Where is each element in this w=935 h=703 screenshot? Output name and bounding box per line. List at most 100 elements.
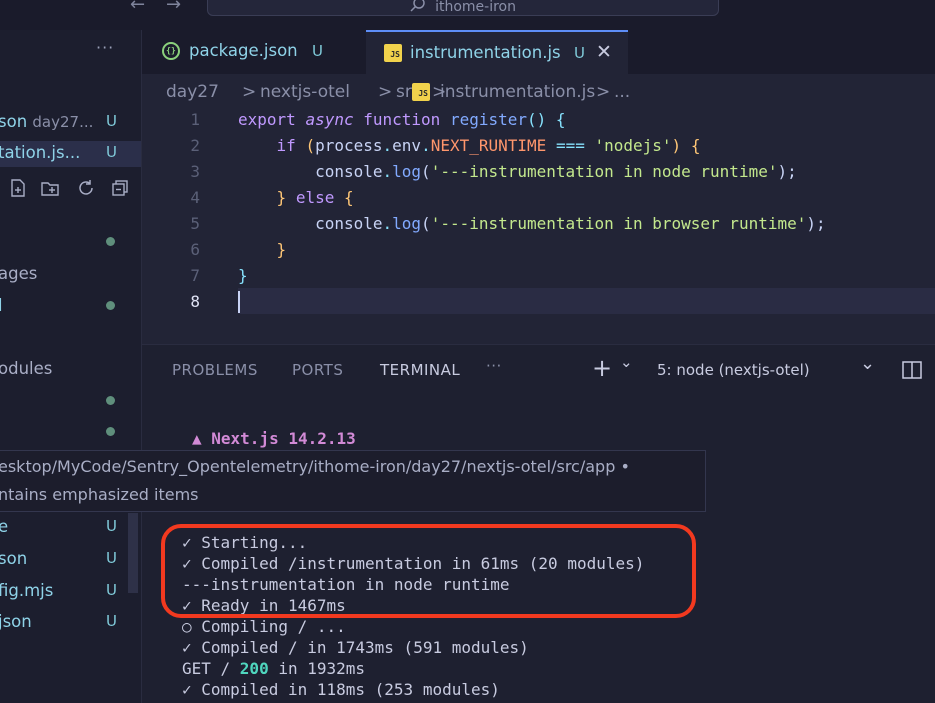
untracked-badge: U bbox=[106, 517, 117, 535]
tree-label[interactable]: odules bbox=[0, 359, 52, 378]
title-bar: ← → ithome-iron bbox=[0, 0, 935, 30]
breadcrumb-item[interactable]: instrumentation.js bbox=[440, 82, 595, 102]
open-editor-name: son bbox=[0, 112, 28, 131]
terminal-line: ○ Compiling / ... bbox=[182, 617, 346, 636]
get-prefix: GET / bbox=[182, 659, 240, 678]
untracked-badge: U bbox=[106, 143, 117, 161]
open-editor-item-selected[interactable]: tation.js... U bbox=[0, 141, 141, 167]
line-number: 1 bbox=[190, 110, 200, 129]
refresh-icon[interactable] bbox=[76, 178, 96, 198]
token: ; bbox=[787, 162, 797, 181]
new-folder-icon[interactable] bbox=[40, 178, 60, 198]
file-item[interactable]: son U bbox=[0, 547, 141, 573]
terminal-line: ✓ Compiled in 118ms (253 modules) bbox=[182, 680, 500, 699]
code-editor[interactable]: 1 2 3 4 5 6 7 8 export async function re… bbox=[142, 108, 935, 344]
breadcrumb-item[interactable]: day27 bbox=[166, 82, 219, 102]
breadcrumb: day27 > nextjs-otel > src > JS instrumen… bbox=[142, 74, 935, 108]
code-line-1: export async function register() { bbox=[238, 110, 566, 129]
token: NEXT_RUNTIME bbox=[430, 136, 547, 155]
terminal-line-get: GET / 200 in 1932ms bbox=[182, 659, 365, 678]
code-line-7: } bbox=[238, 266, 248, 285]
token: function bbox=[363, 110, 441, 129]
token: { bbox=[343, 188, 354, 207]
token: () bbox=[527, 110, 547, 129]
code-line-5: console.log('---instrumentation in brows… bbox=[238, 214, 826, 233]
token: } bbox=[238, 266, 248, 285]
current-line-highlight bbox=[238, 288, 935, 314]
collapse-icon[interactable] bbox=[110, 178, 130, 198]
token: export bbox=[238, 110, 296, 129]
file-item[interactable]: e U bbox=[0, 515, 141, 541]
command-center-search[interactable]: ithome-iron bbox=[207, 0, 719, 16]
new-file-icon[interactable] bbox=[8, 178, 28, 198]
line-number: 6 bbox=[190, 240, 200, 259]
token: . bbox=[382, 136, 393, 155]
open-editor-item[interactable]: son day27... U bbox=[0, 110, 141, 136]
line-number: 5 bbox=[190, 214, 200, 233]
token: ; bbox=[816, 214, 826, 233]
path-hover-tooltip: esktop/MyCode/Sentry_Opentelemetry/ithom… bbox=[0, 450, 706, 512]
breadcrumb-item[interactable]: nextjs-otel bbox=[260, 82, 350, 102]
token: console bbox=[315, 214, 383, 233]
tab-problems[interactable]: PROBLEMS bbox=[172, 361, 258, 379]
js-file-icon: JS bbox=[412, 83, 430, 101]
token: process bbox=[315, 136, 383, 155]
split-panel-icon[interactable] bbox=[902, 361, 922, 379]
more-actions-icon[interactable]: ··· bbox=[96, 38, 114, 57]
token: '---instrumentation in node runtime' bbox=[430, 162, 778, 181]
search-icon bbox=[410, 0, 425, 12]
untracked-badge: U bbox=[574, 44, 585, 62]
untracked-badge: U bbox=[106, 112, 117, 130]
terminal-line: ✓ Compiled / in 1743ms (591 modules) bbox=[182, 638, 529, 657]
file-name: fig.mjs bbox=[0, 581, 54, 600]
tab-label: instrumentation.js bbox=[410, 43, 561, 62]
untracked-badge: U bbox=[106, 549, 117, 567]
terminal-select[interactable]: 5: node (nextjs-otel) bbox=[657, 361, 810, 379]
token: log bbox=[392, 162, 422, 181]
new-terminal-plus-icon[interactable]: + bbox=[592, 354, 612, 382]
tab-ports[interactable]: PORTS bbox=[292, 361, 343, 379]
breadcrumb-item[interactable]: ... bbox=[614, 82, 630, 102]
line-number: 2 bbox=[190, 136, 200, 155]
terminal-title: ▲ Next.js 14.2.13 bbox=[192, 429, 356, 448]
text-cursor bbox=[238, 291, 240, 313]
tree-label[interactable]: l bbox=[0, 296, 3, 315]
token: async bbox=[305, 110, 354, 129]
tab-terminal[interactable]: TERMINAL bbox=[380, 361, 460, 379]
token: ) bbox=[777, 162, 788, 181]
token: env bbox=[392, 136, 422, 155]
file-item[interactable]: json U bbox=[0, 610, 141, 636]
back-arrow-icon[interactable]: ← bbox=[130, 0, 145, 15]
token: '---instrumentation in browser runtime' bbox=[430, 214, 807, 233]
tab-package-json[interactable]: {} package.json U bbox=[142, 30, 364, 74]
token: 'nodejs' bbox=[594, 136, 672, 155]
editor-tab-bar: {} package.json U JS instrumentation.js … bbox=[142, 30, 935, 74]
file-name: json bbox=[0, 612, 32, 631]
token: register bbox=[449, 110, 528, 129]
modified-dot bbox=[106, 237, 115, 246]
file-item[interactable]: fig.mjs U bbox=[0, 579, 141, 605]
token: ( bbox=[305, 136, 316, 155]
modified-dot bbox=[106, 396, 115, 405]
terminal-select-chevron-icon[interactable]: ⌄ bbox=[860, 353, 875, 374]
file-name: e bbox=[0, 517, 8, 536]
json-file-icon: {} bbox=[162, 42, 180, 60]
token: ( bbox=[421, 162, 431, 181]
tab-instrumentation-js[interactable]: JS instrumentation.js U ✕ bbox=[366, 30, 628, 74]
close-tab-icon[interactable]: ✕ bbox=[596, 41, 612, 63]
forward-arrow-icon[interactable]: → bbox=[166, 0, 181, 15]
tooltip-note: ntains emphasized items bbox=[0, 485, 199, 504]
untracked-badge: U bbox=[312, 42, 323, 60]
open-editor-dir: day27... bbox=[32, 113, 94, 131]
panel-more-icon[interactable]: ··· bbox=[486, 357, 502, 375]
breadcrumb-separator: > bbox=[596, 82, 611, 102]
line-number: 3 bbox=[190, 162, 200, 181]
open-editor-name: tation.js... bbox=[0, 143, 81, 162]
terminal-launch-chevron-icon[interactable]: ⌄ bbox=[620, 353, 633, 371]
tree-label[interactable]: ages bbox=[0, 264, 37, 283]
get-suffix: in 1932ms bbox=[268, 659, 366, 678]
token: . bbox=[382, 214, 393, 233]
sidebar-scrollbar[interactable] bbox=[128, 513, 138, 593]
highlight-annotation bbox=[161, 524, 696, 618]
token: === bbox=[555, 136, 585, 155]
